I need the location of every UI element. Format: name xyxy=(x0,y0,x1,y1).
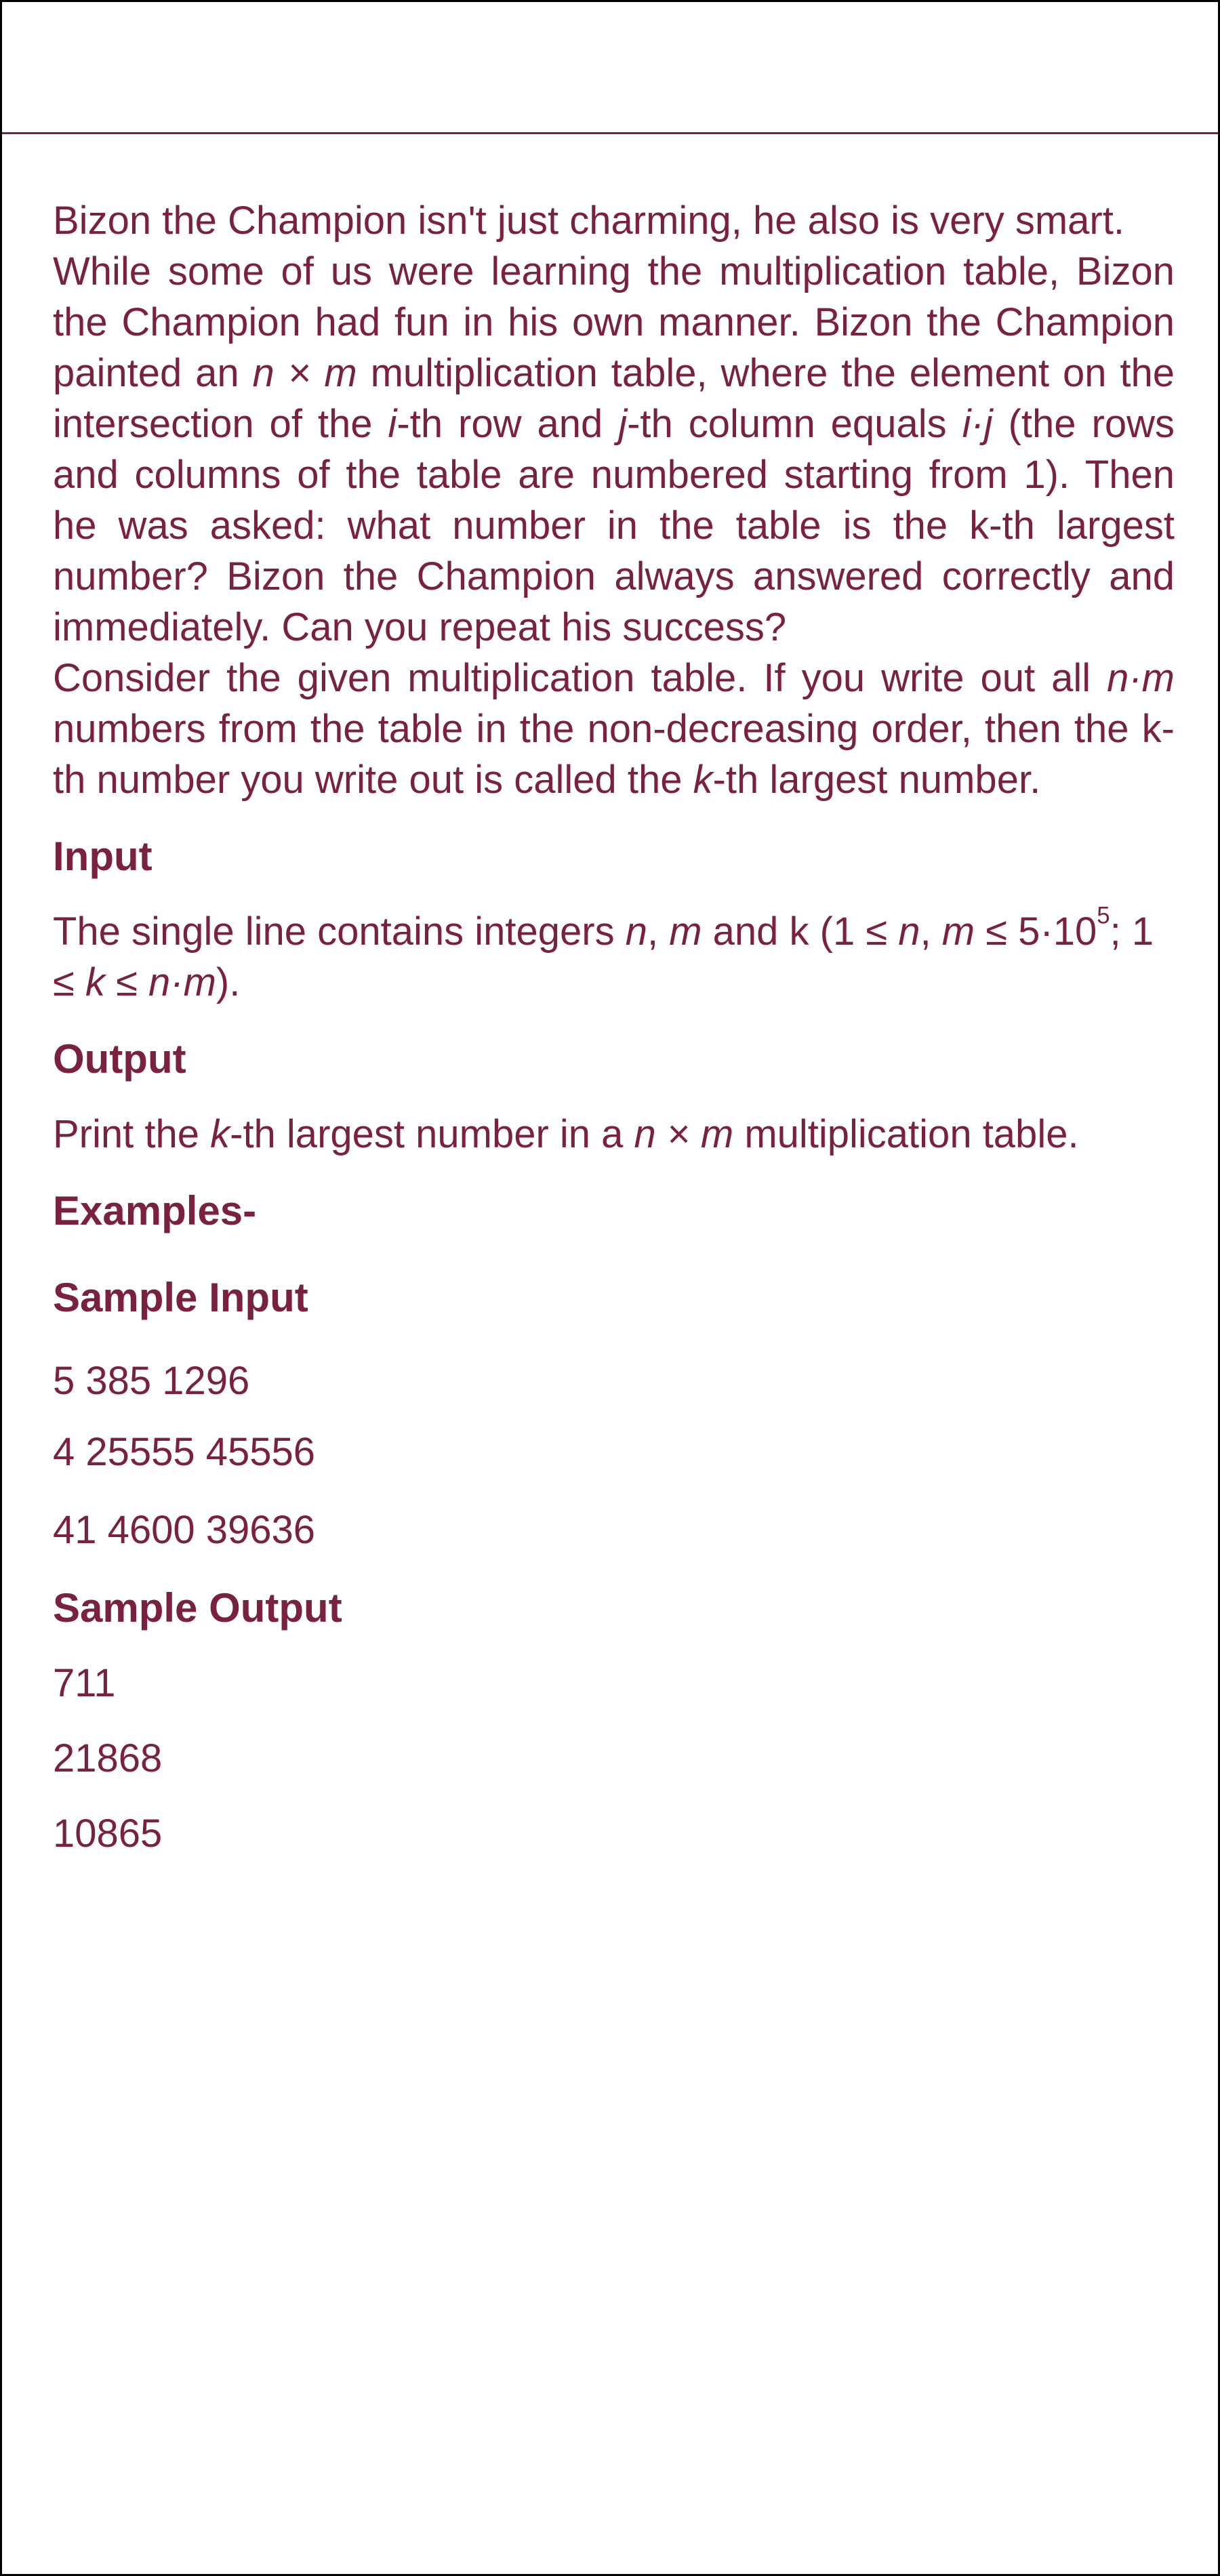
statement-paragraph-1: Bizon the Champion isn't just charming, … xyxy=(53,195,1175,246)
examples-heading: Examples- xyxy=(53,1188,257,1233)
input-heading: Input xyxy=(53,834,152,879)
input-text: ). xyxy=(216,960,241,1004)
input-text: ≤ 5·10 xyxy=(975,909,1097,954)
sample-input-line: 4 25555 45556 xyxy=(53,1430,316,1474)
statement-text: Consider the given multiplication table.… xyxy=(53,656,1107,700)
sample-input-heading: Sample Input xyxy=(53,1275,308,1320)
sample-output-line: 711 xyxy=(53,1661,116,1705)
math-n: n xyxy=(898,909,920,954)
input-text: ≤ xyxy=(104,960,149,1004)
math-n-times-m: n × m xyxy=(634,1112,734,1156)
math-exponent: 5 xyxy=(1097,902,1110,929)
input-text: , xyxy=(647,909,670,954)
math-n-dot-m: n·m xyxy=(148,960,216,1004)
math-i: i xyxy=(388,402,397,446)
input-text: , xyxy=(920,909,942,954)
math-j: j xyxy=(618,402,628,446)
math-n-dot-m: n·m xyxy=(1107,656,1175,700)
statement-text: Bizon the Champion isn't just charming, … xyxy=(53,199,1124,243)
math-m: m xyxy=(941,909,975,954)
problem-content: Bizon the Champion isn't just charming, … xyxy=(53,195,1175,1859)
output-text: -th largest number in a xyxy=(230,1112,634,1156)
math-i-dot-j: i·j xyxy=(962,402,993,446)
output-description: Print the k-th largest number in a n × m… xyxy=(53,1109,1175,1160)
math-n-times-m: n × m xyxy=(252,351,357,395)
page: Bizon the Champion isn't just charming, … xyxy=(0,0,1220,2576)
statement-text: -th column equals xyxy=(627,402,962,446)
math-k: k xyxy=(210,1112,230,1156)
input-text: The single line contains integers xyxy=(53,909,626,954)
sample-output-heading: Sample Output xyxy=(53,1585,342,1631)
math-k: k xyxy=(85,960,105,1004)
output-text: Print the xyxy=(53,1112,211,1156)
math-k: k xyxy=(693,758,713,802)
math-m: m xyxy=(669,909,702,954)
sample-input-line: 5 385 1296 xyxy=(53,1359,250,1403)
input-text: and k (1 ≤ xyxy=(702,909,899,954)
input-description: The single line contains integers n, m a… xyxy=(53,902,1175,1008)
statement-text: -th largest number. xyxy=(712,758,1041,802)
sample-output-line: 21868 xyxy=(53,1736,163,1780)
output-text: multiplication table. xyxy=(733,1112,1079,1156)
statement-paragraph-2: While some of us were learning the multi… xyxy=(53,246,1175,653)
math-n: n xyxy=(625,909,647,954)
statement-text: -th row and xyxy=(396,402,619,446)
top-bar xyxy=(2,2,1218,134)
sample-output-line: 10865 xyxy=(53,1812,163,1856)
statement-paragraph-3: Consider the given multiplication table.… xyxy=(53,653,1175,805)
output-heading: Output xyxy=(53,1036,186,1082)
sample-input-line: 41 4600 39636 xyxy=(53,1508,316,1552)
